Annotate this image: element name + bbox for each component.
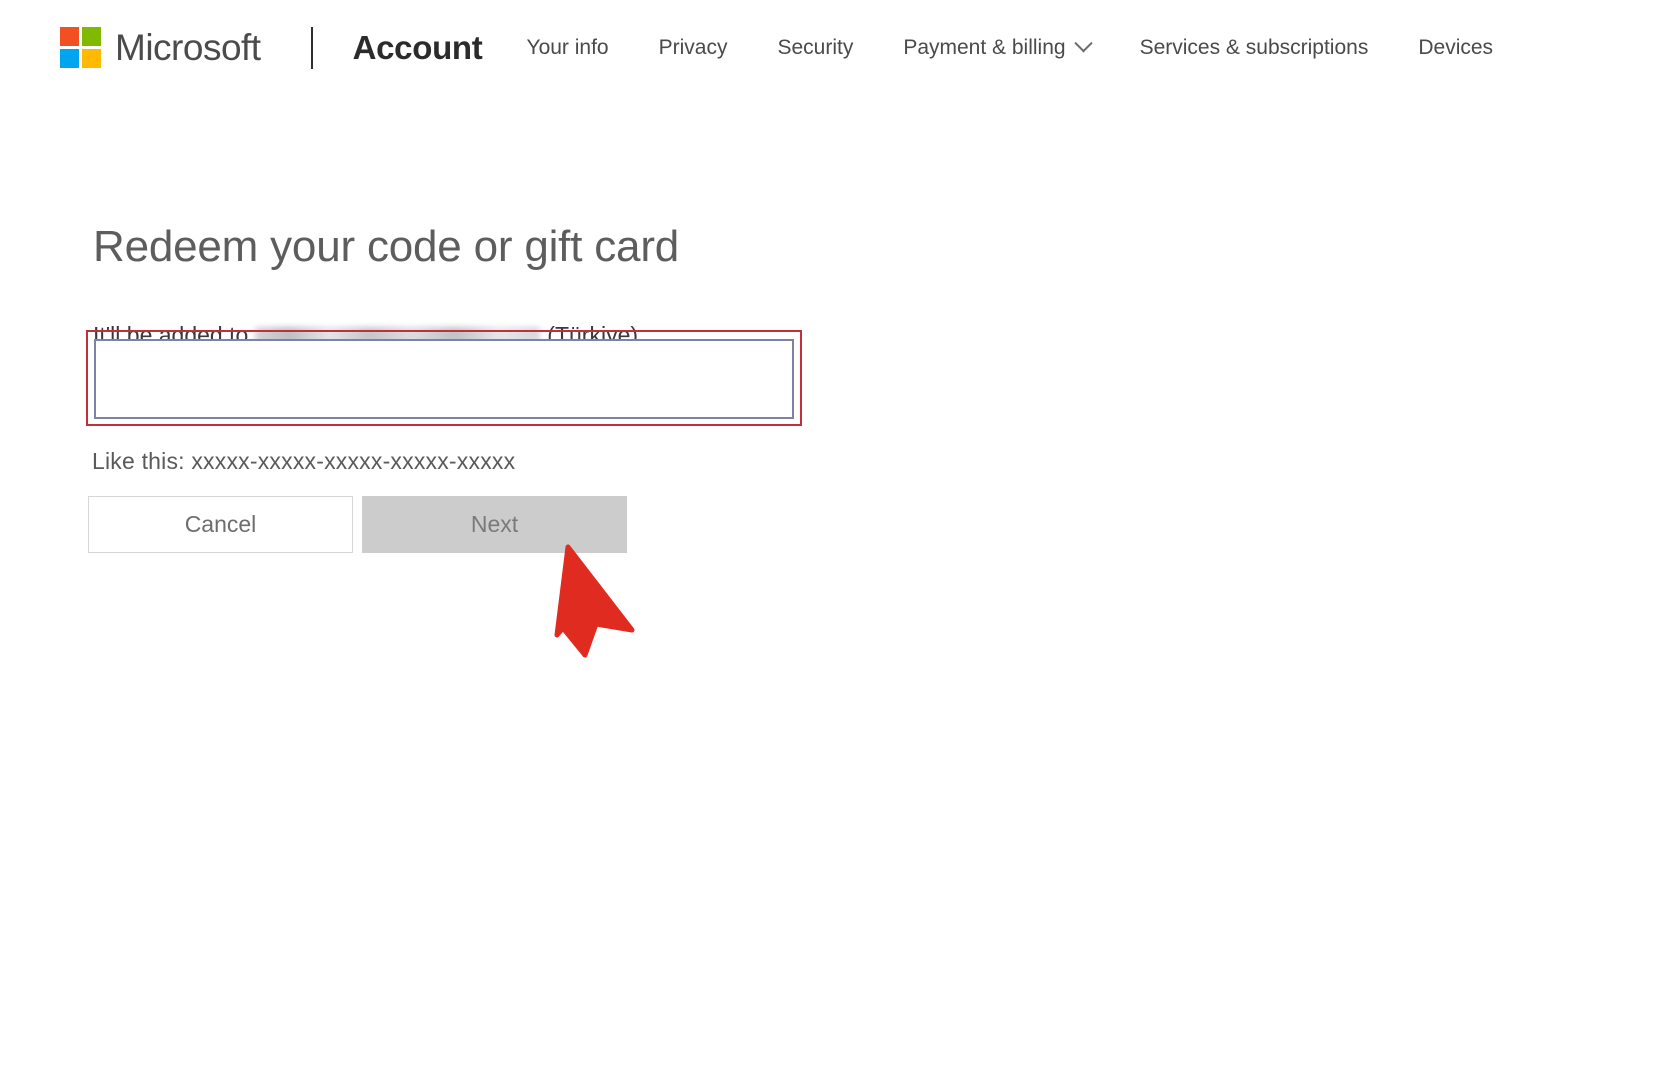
next-button-label: Next	[470, 511, 519, 537]
logo-square-yellow	[82, 49, 101, 68]
logo-square-green	[82, 27, 101, 46]
nav-item-label: Devices	[1418, 35, 1494, 59]
action-buttons: Cancel Next	[88, 496, 627, 553]
nav-item-payment-billing[interactable]: Payment & billing	[903, 34, 1093, 60]
page-title: Redeem your code or gift card	[93, 222, 680, 271]
red-pointer-arrow-icon	[554, 544, 635, 658]
nav-item-label: Security	[777, 35, 854, 59]
site-header: Microsoft Account Your info Privacy Secu…	[0, 0, 1680, 95]
redeem-code-input[interactable]	[94, 339, 794, 419]
next-button[interactable]: Next	[362, 496, 627, 553]
logo-square-blue	[60, 49, 79, 68]
account-app-title[interactable]: Account	[353, 29, 483, 67]
microsoft-wordmark: Microsoft	[115, 26, 261, 68]
logo-square-red	[60, 27, 79, 46]
nav-item-devices[interactable]: Devices	[1418, 36, 1493, 60]
nav-item-security[interactable]: Security	[777, 36, 853, 60]
nav-item-label: Your info	[526, 35, 609, 59]
nav-item-label: Payment & billing	[903, 35, 1066, 59]
header-divider	[310, 26, 313, 69]
nav-item-label: Services & subscriptions	[1139, 35, 1369, 59]
nav-item-privacy[interactable]: Privacy	[659, 36, 728, 60]
microsoft-logo-icon	[60, 27, 101, 68]
cancel-button[interactable]: Cancel	[88, 496, 353, 553]
code-format-hint: Like this: xxxxx-xxxxx-xxxxx-xxxxx-xxxxx	[92, 448, 516, 474]
cancel-button-label: Cancel	[184, 511, 257, 537]
chevron-down-icon	[1073, 34, 1093, 53]
microsoft-logo-block[interactable]: Microsoft	[60, 27, 261, 69]
nav-item-services-subscriptions[interactable]: Services & subscriptions	[1140, 36, 1369, 60]
nav-item-label: Privacy	[658, 35, 728, 59]
primary-nav: Your info Privacy Security Payment & bil…	[526, 34, 1543, 60]
code-input-highlight	[86, 330, 802, 426]
nav-item-your-info[interactable]: Your info	[526, 36, 608, 60]
account-redeem-page: Microsoft Account Your info Privacy Secu…	[0, 0, 1680, 1069]
